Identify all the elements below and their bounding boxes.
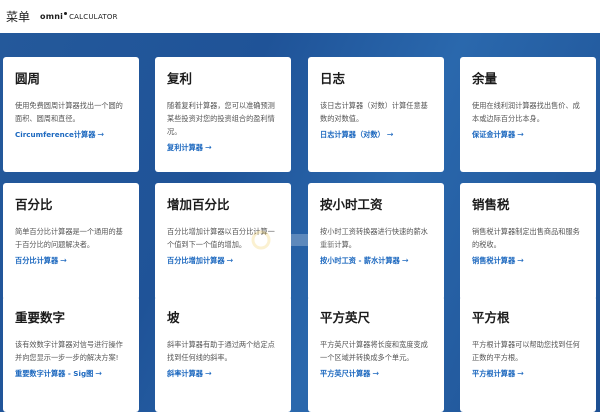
arrow-right-icon: → [386, 130, 394, 139]
card-description: 使用免费圆周计算器找出一个圆的面积、圆周和直径。 [15, 101, 123, 123]
top-bar: 菜单 omni CALCULATOR [0, 0, 600, 33]
calculator-card[interactable]: 余量 使用在线利润计算器找出售价、成本或边际百分比本身。 保证金计算器 → [460, 57, 596, 172]
card-title: 平方根 [472, 310, 510, 325]
card-link[interactable]: 平方根计算器 → [472, 368, 586, 380]
card-description: 该有效数字计算器对信号进行操作并向您显示一步一步的解决方案! [15, 340, 123, 362]
arrow-right-icon: → [401, 256, 409, 265]
card-title: 重要数字 [15, 310, 66, 325]
card-title: 按小时工资 [320, 197, 383, 212]
card-link[interactable]: 销售税计算器 → [472, 255, 586, 267]
card-title: 坡 [167, 310, 180, 325]
logo-regular-text: CALCULATOR [69, 13, 118, 21]
arrow-right-icon: → [97, 130, 105, 139]
card-link[interactable]: 按小时工资 - 薪水计算器 → [320, 255, 434, 267]
arrow-right-icon: → [226, 256, 234, 265]
calculator-card[interactable]: 复利 随着复利计算器，您可以准确预测某些投资对您的投资组合的盈利情况。 复利计算… [155, 57, 291, 172]
card-link[interactable]: 百分比计算器 → [15, 255, 129, 267]
arrow-right-icon: → [517, 256, 524, 265]
card-description: 斜率计算器有助于通过两个给定点找到任何线的斜率。 [167, 340, 275, 362]
card-title: 圆周 [15, 71, 41, 86]
card-link[interactable]: 斜率计算器 → [167, 368, 281, 380]
calculator-grid-section: 圆周 使用免费圆周计算器找出一个圆的面积、圆周和直径。 Circumferenc… [0, 33, 600, 412]
arrow-right-icon: → [204, 369, 212, 378]
card-title: 销售税 [472, 197, 510, 212]
card-title: 平方英尺 [320, 310, 371, 325]
card-description: 平方英尺计算器将长度和宽度变成一个区域并转换成多个单元。 [320, 340, 428, 362]
card-link[interactable]: 保证金计算器 → [472, 129, 586, 141]
card-description: 销售税计算器制定出售商品和服务的税收。 [472, 227, 580, 249]
calculator-card[interactable]: 平方根 平方根计算器可以帮助您找到任何正数的平方根。 平方根计算器 → [460, 296, 596, 412]
logo-bold-text: omni [40, 12, 64, 21]
calculator-card[interactable]: 平方英尺 平方英尺计算器将长度和宽度变成一个区域并转换成多个单元。 平方英尺计算… [308, 296, 444, 412]
card-title: 增加百分比 [167, 197, 230, 212]
card-link[interactable]: 复利计算器 → [167, 142, 281, 154]
card-link[interactable]: Circumference计算器 → [15, 129, 129, 141]
card-description: 按小时工资转换器进行快速的薪水重新计算。 [320, 227, 428, 249]
arrow-right-icon: → [517, 369, 524, 378]
arrow-right-icon: → [517, 130, 524, 139]
card-description: 平方根计算器可以帮助您找到任何正数的平方根。 [472, 340, 580, 362]
arrow-right-icon: → [95, 369, 102, 378]
calculator-card[interactable]: 重要数字 该有效数字计算器对信号进行操作并向您显示一步一步的解决方案! 重要数字… [3, 296, 139, 412]
arrow-right-icon: → [60, 256, 67, 265]
card-description: 简单百分比计算器是一个通用的基于百分比的问题解决者。 [15, 227, 123, 249]
card-title: 百分比 [15, 197, 53, 212]
card-title: 复利 [167, 71, 193, 86]
calculator-card[interactable]: 圆周 使用免费圆周计算器找出一个圆的面积、圆周和直径。 Circumferenc… [3, 57, 139, 172]
card-link[interactable]: 重要数字计算器 - Sig图 → [15, 368, 129, 380]
calculator-card[interactable]: 增加百分比 百分比增加计算器以百分比计算一个值到下一个值的增加。 百分比增加计算… [155, 183, 291, 300]
card-description: 使用在线利润计算器找出售价、成本或边际百分比本身。 [472, 101, 580, 123]
arrow-right-icon: → [204, 143, 212, 152]
calculator-card[interactable]: 日志 该日志计算器（对数）计算任意基数的对数值。 日志计算器（对数） → [308, 57, 444, 172]
card-link[interactable]: 日志计算器（对数） → [320, 129, 434, 141]
card-link[interactable]: 百分比增加计算器 → [167, 255, 281, 267]
card-description: 随着复利计算器，您可以准确预测某些投资对您的投资组合的盈利情况。 [167, 101, 275, 136]
card-description: 该日志计算器（对数）计算任意基数的对数值。 [320, 101, 428, 123]
arrow-right-icon: → [372, 369, 380, 378]
omni-calculator-logo[interactable]: omni CALCULATOR [40, 12, 118, 21]
calculator-card[interactable]: 百分比 简单百分比计算器是一个通用的基于百分比的问题解决者。 百分比计算器 → [3, 183, 139, 300]
card-description: 百分比增加计算器以百分比计算一个值到下一个值的增加。 [167, 227, 275, 249]
calculator-card[interactable]: 销售税 销售税计算器制定出售商品和服务的税收。 销售税计算器 → [460, 183, 596, 300]
calculator-card[interactable]: 按小时工资 按小时工资转换器进行快速的薪水重新计算。 按小时工资 - 薪水计算器… [308, 183, 444, 300]
card-title: 日志 [320, 71, 346, 86]
calculator-card[interactable]: 坡 斜率计算器有助于通过两个给定点找到任何线的斜率。 斜率计算器 → [155, 296, 291, 412]
card-link[interactable]: 平方英尺计算器 → [320, 368, 434, 380]
menu-button[interactable]: 菜单 [6, 8, 30, 25]
logo-mark-icon [64, 12, 68, 15]
card-title: 余量 [472, 71, 498, 86]
